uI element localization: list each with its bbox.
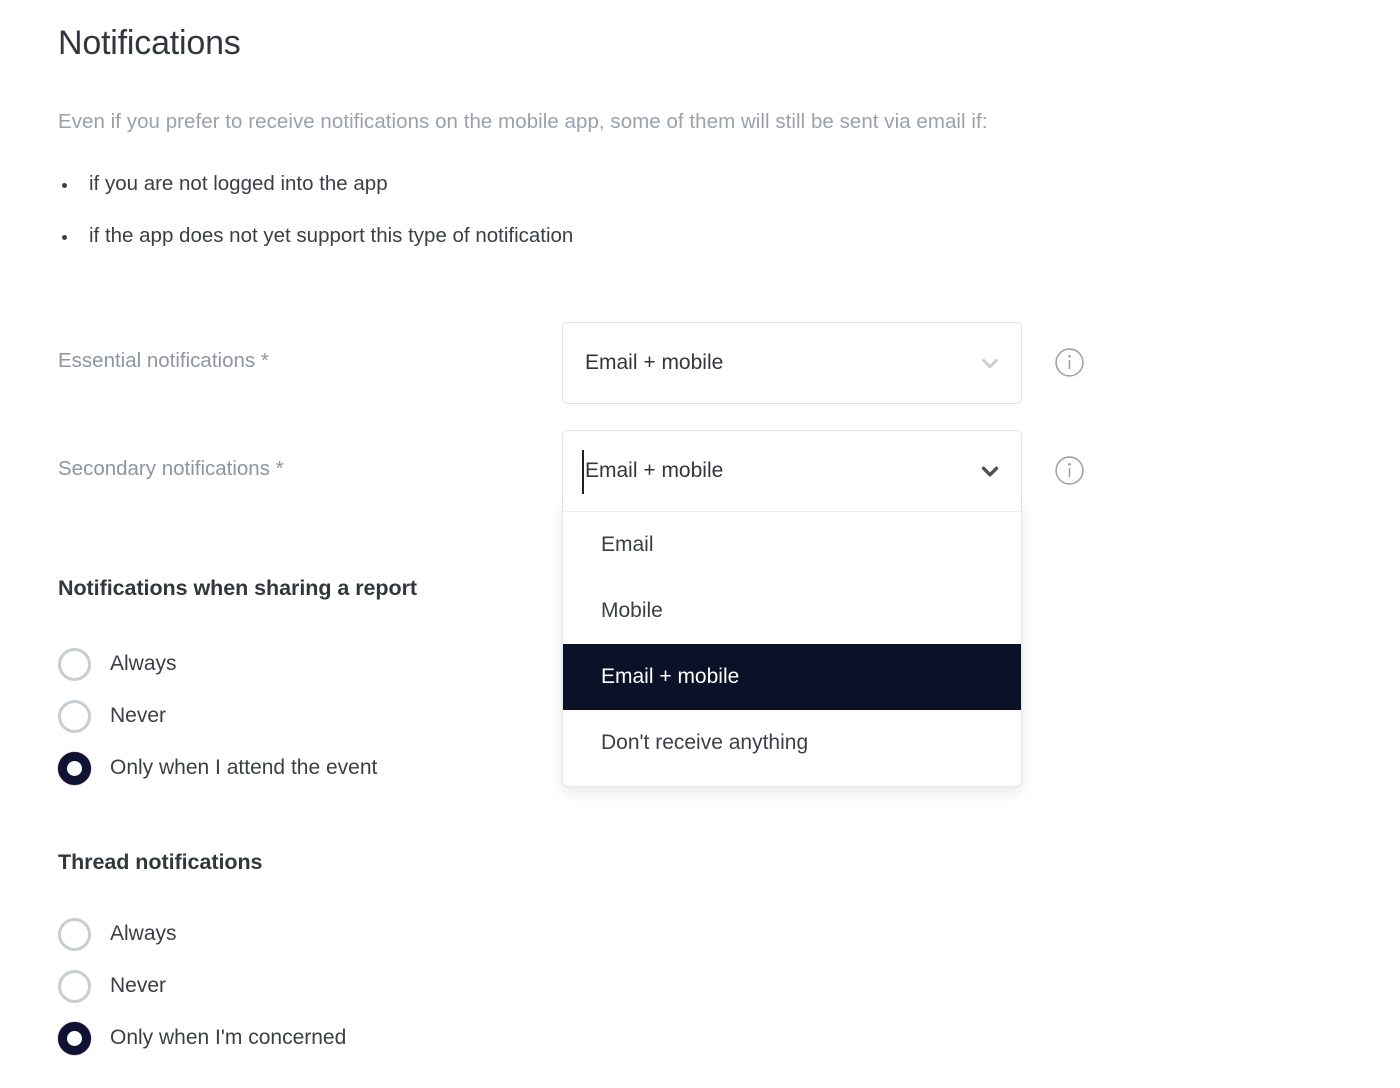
thread-notifications-radio-group: Always Never Only when I'm concerned <box>58 908 346 1064</box>
radio-mark[interactable] <box>58 918 91 951</box>
dropdown-option-email-mobile[interactable]: Email + mobile <box>563 644 1021 710</box>
essential-notifications-value: Email + mobile <box>585 351 977 375</box>
radio-label: Only when I'm concerned <box>110 1026 346 1050</box>
page-title: Notifications <box>58 24 241 63</box>
text-cursor <box>582 450 584 494</box>
notifications-settings-page: Notifications Even if you prefer to rece… <box>0 0 1400 1088</box>
radio-option-never[interactable]: Never <box>58 690 377 742</box>
essential-notifications-select[interactable]: Email + mobile <box>562 322 1022 404</box>
radio-mark[interactable] <box>58 700 91 733</box>
radio-option-always[interactable]: Always <box>58 638 377 690</box>
conditions-list: if you are not logged into the app if th… <box>58 172 573 276</box>
intro-paragraph: Even if you prefer to receive notificati… <box>58 110 987 134</box>
radio-label: Never <box>110 704 166 728</box>
radio-option-only-when-concerned[interactable]: Only when I'm concerned <box>58 1012 346 1064</box>
dropdown-option-dont-receive[interactable]: Don't receive anything <box>563 710 1021 776</box>
secondary-notifications-label: Secondary notifications * <box>58 457 284 481</box>
sharing-report-radio-group: Always Never Only when I attend the even… <box>58 638 377 794</box>
radio-label: Only when I attend the event <box>110 756 377 780</box>
thread-notifications-heading: Thread notifications <box>58 850 262 875</box>
radio-label: Always <box>110 652 177 676</box>
secondary-notifications-row: Secondary notifications * Email + mobile <box>58 430 1118 512</box>
essential-notifications-row: Essential notifications * Email + mobile <box>58 322 1118 404</box>
radio-mark[interactable] <box>58 970 91 1003</box>
secondary-notifications-value: Email + mobile <box>585 459 977 483</box>
secondary-notifications-dropdown-panel: Email Mobile Email + mobile Don't receiv… <box>562 504 1022 787</box>
info-icon[interactable] <box>1054 347 1085 378</box>
list-item: if the app does not yet support this typ… <box>58 224 573 248</box>
radio-mark[interactable] <box>58 648 91 681</box>
chevron-down-icon[interactable] <box>977 350 1003 376</box>
list-item: if you are not logged into the app <box>58 172 573 196</box>
secondary-notifications-select[interactable]: Email + mobile <box>562 430 1022 512</box>
radio-option-only-when-attend[interactable]: Only when I attend the event <box>58 742 377 794</box>
radio-option-never[interactable]: Never <box>58 960 346 1012</box>
sharing-report-heading: Notifications when sharing a report <box>58 576 417 601</box>
dropdown-option-email[interactable]: Email <box>563 512 1021 578</box>
info-icon[interactable] <box>1054 455 1085 486</box>
essential-notifications-label: Essential notifications * <box>58 349 269 373</box>
radio-option-always[interactable]: Always <box>58 908 346 960</box>
radio-label: Never <box>110 974 166 998</box>
radio-mark-selected[interactable] <box>58 1022 91 1055</box>
radio-label: Always <box>110 922 177 946</box>
dropdown-option-mobile[interactable]: Mobile <box>563 578 1021 644</box>
chevron-down-icon[interactable] <box>977 458 1003 484</box>
radio-mark-selected[interactable] <box>58 752 91 785</box>
